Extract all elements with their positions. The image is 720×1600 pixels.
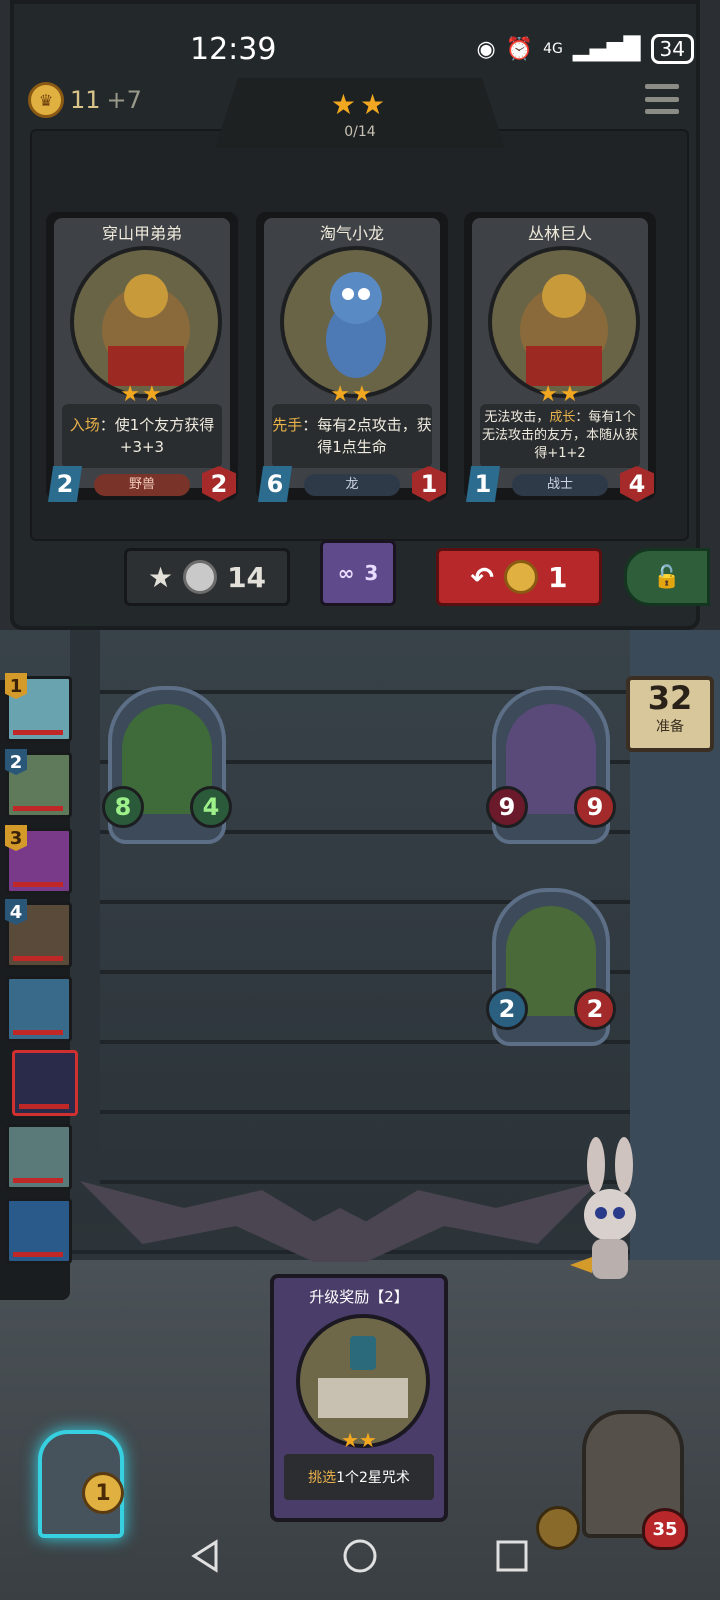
health-bar (19, 1104, 69, 1109)
team-slot-1[interactable]: 1 (5, 673, 72, 742)
minion-health: 9 (574, 786, 616, 828)
card-description: 入场：使1个友方获得+3+3 (62, 404, 222, 468)
dragon-portrait (280, 246, 432, 398)
bunny-mascot[interactable] (570, 1135, 650, 1295)
card-name: 穿山甲弟弟 (101, 224, 182, 243)
card-attack: 2 (48, 466, 82, 502)
team-slot-2[interactable]: 2 (5, 749, 72, 818)
refresh-icon: ↶ (470, 560, 494, 594)
health-bar (13, 1178, 63, 1183)
pangolin-portrait (70, 246, 222, 398)
team-slot-4[interactable]: 4 (5, 899, 72, 968)
refresh-cost: 1 (547, 560, 568, 594)
team-slot-3[interactable]: 3 (5, 825, 72, 894)
health-bar (13, 882, 63, 887)
lock-icon: 🔓 (653, 564, 681, 590)
back-icon[interactable] (186, 1536, 226, 1576)
turn-timer: 32 准备 (626, 676, 714, 752)
shop-card-3[interactable]: 丛林巨人 ★★ 无法攻击，成长：每有1个无法攻击的友方，本随从获得+1+2 1 … (464, 212, 656, 502)
slot-number: 3 (5, 825, 27, 851)
clock: 12:39 (190, 32, 277, 67)
card-attack: 6 (258, 466, 292, 502)
card-tribe: 野兽 (94, 474, 190, 496)
refresh-button[interactable]: ↶ 1 (436, 548, 602, 606)
upgrade-cost: 14 (227, 560, 267, 594)
health-bar (13, 1030, 63, 1035)
team-slot-8[interactable] (6, 1198, 72, 1264)
freeze-button[interactable]: ∞ 3 (320, 540, 396, 606)
shop-card-2[interactable]: 淘气小龙 ★★ 先手：每有2点攻击，获得1点生命 6 龙 1 (256, 212, 448, 502)
signal-icon: ▂▄▆█ (572, 36, 641, 62)
mask-icon: ∞ (337, 561, 355, 585)
card-health: 4 (620, 466, 654, 502)
card-name: 淘气小龙 (319, 224, 384, 243)
health-bar (13, 1252, 63, 1257)
alarm-icon: ⏰ (505, 36, 534, 62)
team-sidebar: 1 2 3 4 (0, 673, 78, 1300)
card-tribe: 战士 (512, 474, 608, 496)
silver-coin-icon (183, 560, 218, 594)
reward-description: 挑选1个2星咒术 (284, 1454, 434, 1500)
minion-attack: 8 (102, 786, 144, 828)
timer-label: 准备 (656, 719, 684, 735)
network-label: 4G (543, 41, 563, 57)
timer-seconds: 32 (647, 679, 693, 717)
health-bar (13, 956, 63, 961)
crown-coin-icon (503, 560, 538, 594)
tier-progress: 0/14 (344, 124, 376, 140)
health-bar (13, 806, 63, 811)
jungle-giant-portrait (488, 246, 640, 398)
lock-button[interactable]: 🔓 (624, 548, 710, 606)
freeze-count: 3 (364, 561, 379, 585)
card-description: 无法攻击，成长：每有1个无法攻击的友方，本随从获得+1+2 (480, 404, 640, 468)
hero-power-cost: 1 (82, 1472, 124, 1514)
card-health: 1 (412, 466, 446, 502)
upgrade-tier-button[interactable]: ★ 14 (124, 548, 290, 606)
team-slot-7[interactable] (6, 1124, 72, 1190)
reward-title: 升级奖励【2】 (309, 1288, 409, 1306)
card-description: 先手：每有2点攻击，获得1点生命 (272, 404, 432, 468)
team-slot-5[interactable] (6, 976, 72, 1042)
status-bar: 12:39 ◉ ⏰ 4G ▂▄▆█ 34 (0, 0, 720, 100)
minion-health: 2 (574, 988, 616, 1030)
minion-attack: 9 (486, 786, 528, 828)
upgrade-reward-card[interactable]: 升级奖励【2】 ★★ 挑选1个2星咒术 (270, 1274, 448, 1522)
shop-card-1[interactable]: 穿山甲弟弟 ★★ 入场：使1个友方获得+3+3 2 野兽 2 (46, 212, 238, 502)
card-tribe: 龙 (304, 474, 400, 496)
battery-indicator: 34 (650, 34, 694, 64)
slot-number: 4 (5, 899, 27, 925)
card-health: 2 (202, 466, 236, 502)
slot-number: 2 (5, 749, 27, 775)
health-bar (13, 730, 63, 735)
star-up-icon: ★ (147, 560, 174, 594)
minion-health: 4 (190, 786, 232, 828)
status-icons: ◉ ⏰ 4G ▂▄▆█ 34 (476, 34, 694, 64)
card-attack: 1 (466, 466, 500, 502)
home-icon[interactable] (340, 1536, 380, 1576)
card-name: 丛林巨人 (527, 224, 592, 243)
minion-attack: 2 (486, 988, 528, 1030)
recents-icon[interactable] (492, 1536, 532, 1576)
eye-icon: ◉ (476, 36, 496, 62)
team-slot-6[interactable] (12, 1050, 78, 1116)
reward-stars: ★★ (341, 1428, 377, 1452)
system-nav-bar (0, 1510, 720, 1600)
slot-number: 1 (5, 673, 27, 699)
